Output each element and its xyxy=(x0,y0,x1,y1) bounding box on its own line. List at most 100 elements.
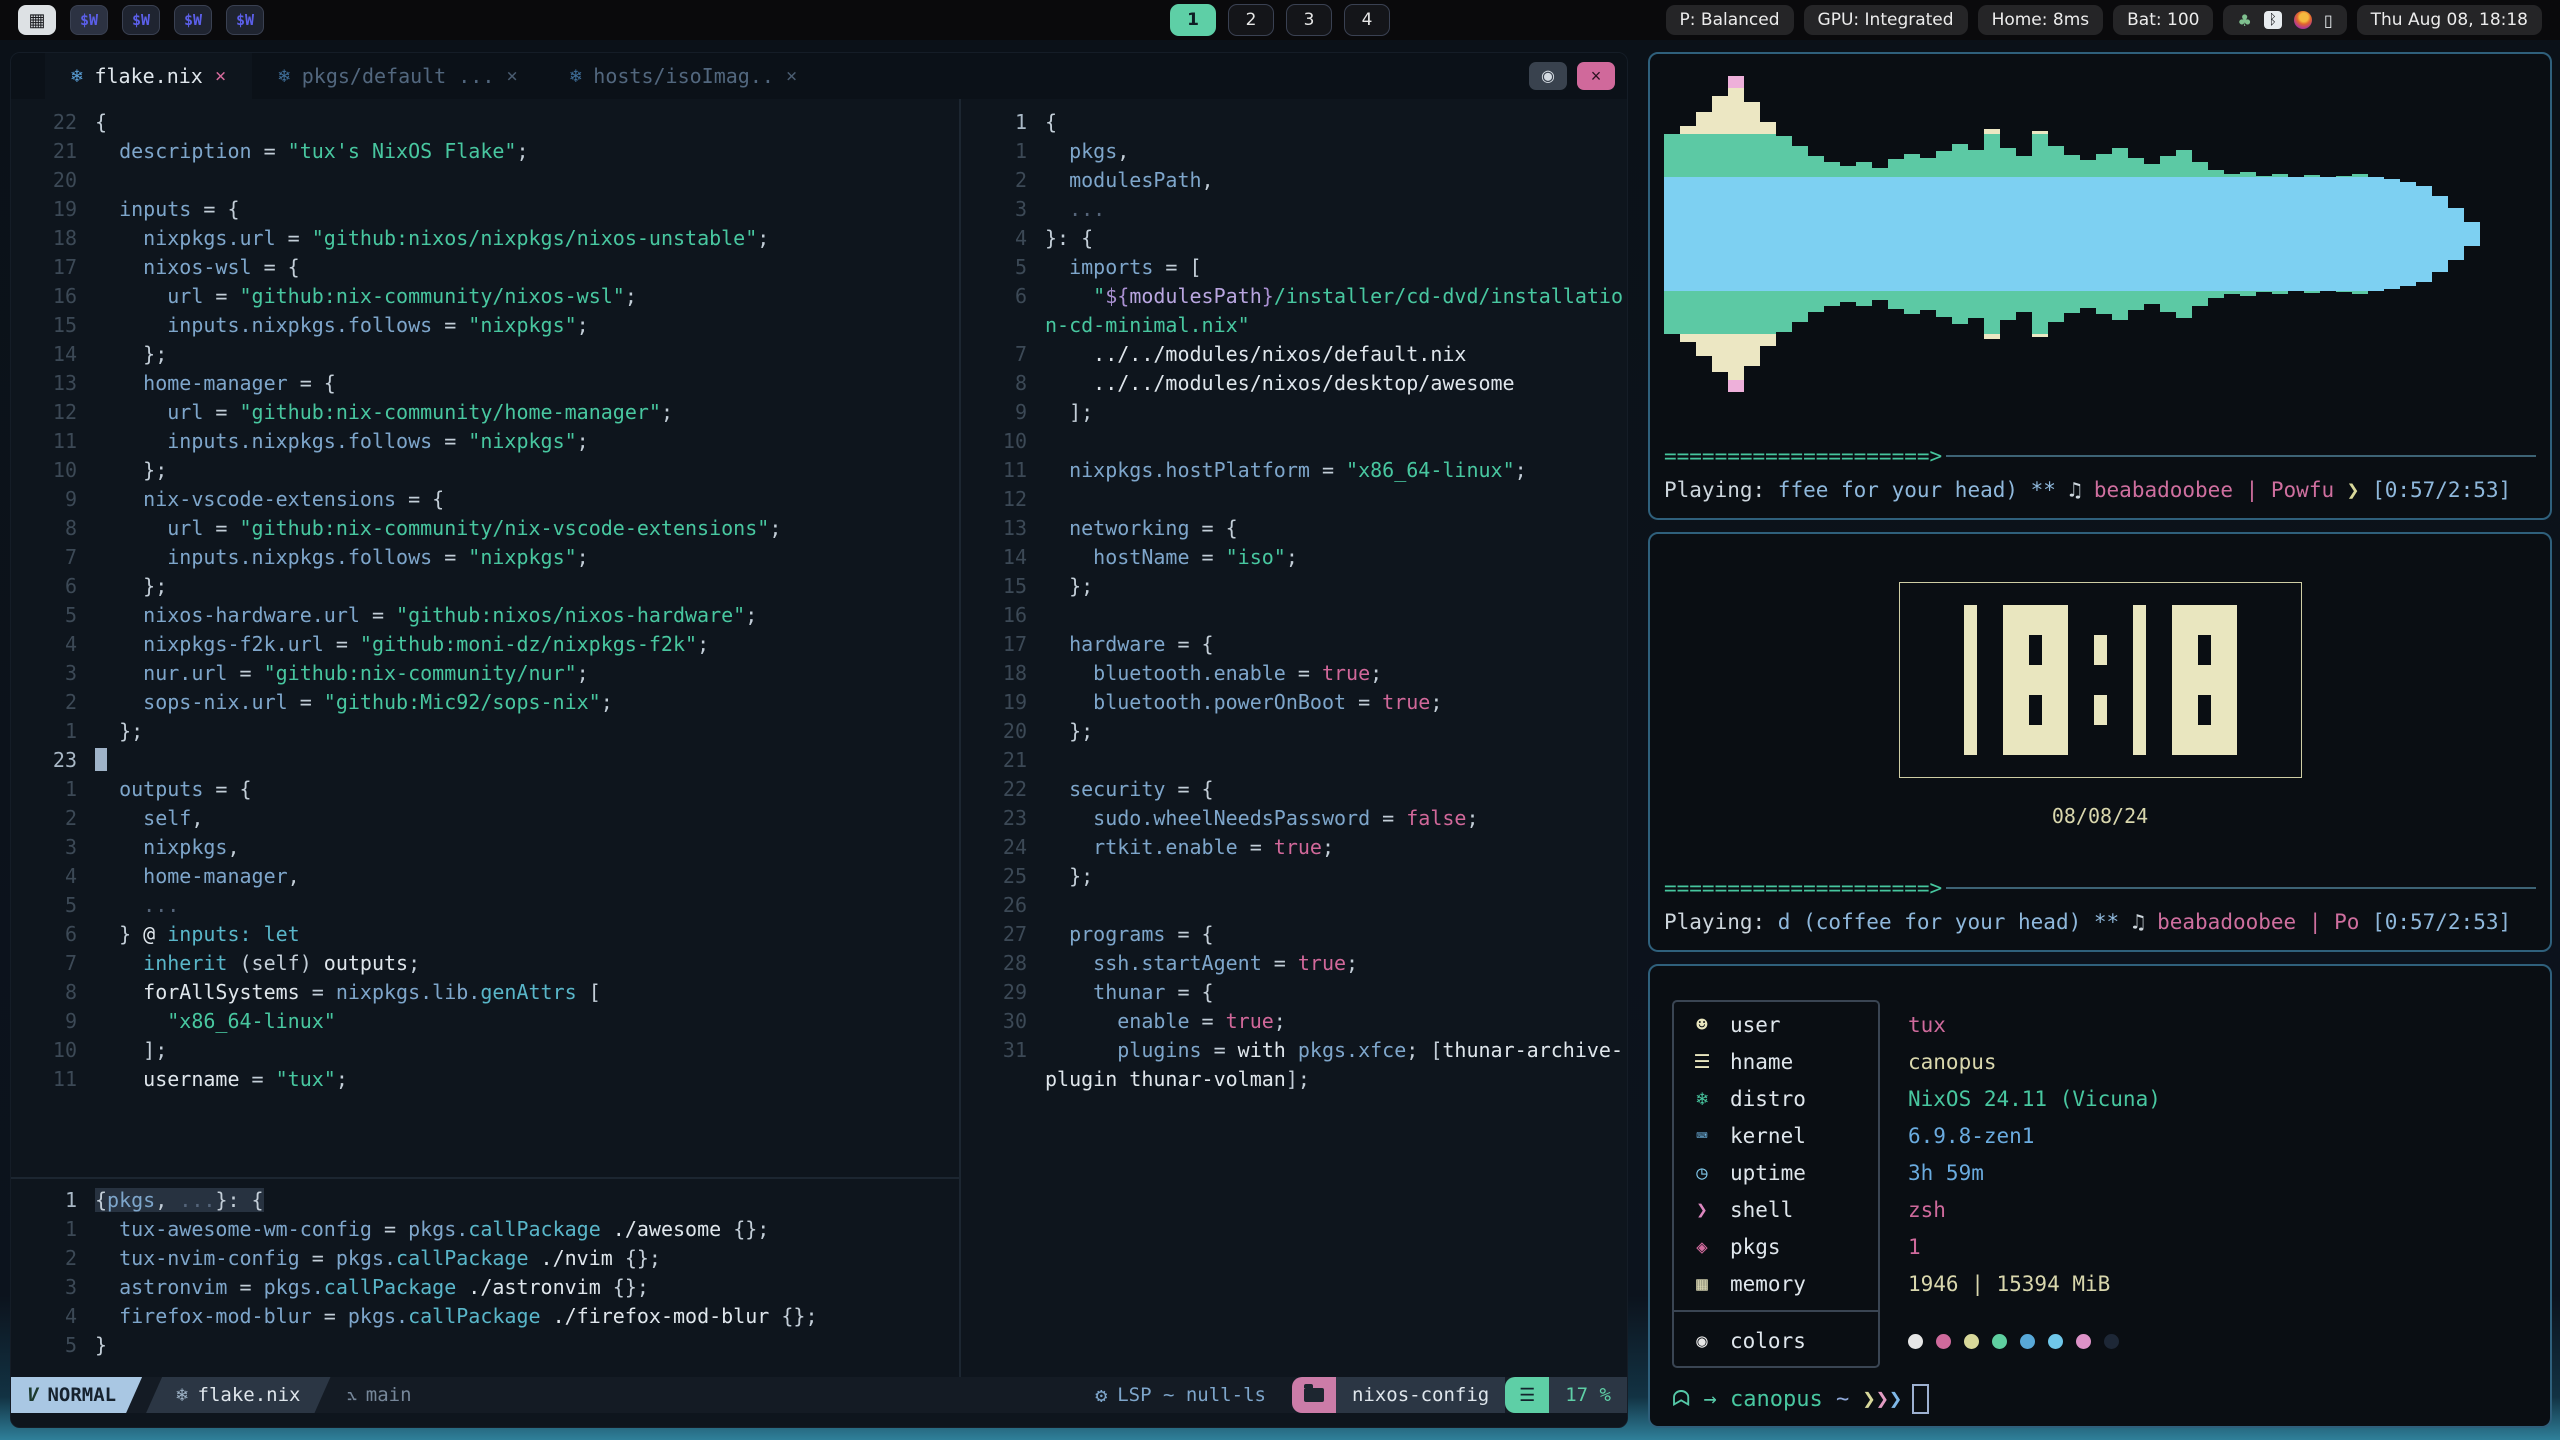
code-line: 10 ]; xyxy=(11,1035,959,1064)
buffer-pkgs-default-nix[interactable]: 1{pkgs, ...}: {1 tux-awesome-wm-config =… xyxy=(11,1177,959,1377)
code-line: 22 security = { xyxy=(961,774,1627,803)
prompt-cursor xyxy=(1912,1384,1929,1414)
visualizer-panel: =====================> Playing: ffee for… xyxy=(1648,52,2552,520)
wave-bar xyxy=(1728,66,1744,402)
grid-icon: ▦ xyxy=(28,10,45,31)
window-controls: ◉ × xyxy=(1529,62,1615,90)
vim-mode-label: NORMAL xyxy=(47,1384,116,1406)
fetch-row-shell: ❯shell xyxy=(1674,1191,1878,1228)
fetch-value-shell: zsh xyxy=(1908,1191,2161,1228)
code-line: 9 "x86_64-linux" xyxy=(11,1006,959,1035)
tag-4[interactable]: 4 xyxy=(1344,4,1390,36)
code-line: 21 description = "tux's NixOS Flake"; xyxy=(11,136,959,165)
tag-3[interactable]: 3 xyxy=(1286,4,1332,36)
status-pills: P: BalancedGPU: IntegratedHome: 8msBat: … xyxy=(1666,5,2214,35)
close-window-button[interactable]: × xyxy=(1577,62,1615,90)
wave-bar xyxy=(2400,66,2416,402)
buffer-hosts-isoimage[interactable]: 1{1 pkgs,2 modulesPath,3 ...4}: {5 impor… xyxy=(959,99,1627,1377)
fetch-label: shell xyxy=(1730,1198,1793,1222)
flame-icon[interactable] xyxy=(2294,11,2312,29)
plant-icon[interactable]: ♣ xyxy=(2237,11,2251,30)
layout-button[interactable]: ▦ xyxy=(18,5,56,35)
code-line: 26 xyxy=(961,890,1627,919)
bluetooth-icon[interactable]: ᛒ xyxy=(2264,11,2282,29)
code-line: n-cd-minimal.nix" xyxy=(961,310,1627,339)
clock-digit-8 xyxy=(2003,605,2068,755)
wave-bar xyxy=(2128,66,2144,402)
code-line: 10 xyxy=(961,426,1627,455)
distro-icon: ❄ xyxy=(1690,1088,1714,1110)
code-line: 9 nix-vscode-extensions = { xyxy=(11,484,959,513)
folder-icon xyxy=(1304,1388,1324,1402)
code-line: 23 sudo.wheelNeedsPassword = false; xyxy=(961,803,1627,832)
terminal-colors xyxy=(1908,1320,2161,1362)
code-line: 24 rtkit.enable = true; xyxy=(961,832,1627,861)
color-dot xyxy=(1908,1334,1923,1349)
prompt-chevron: ❯ xyxy=(1876,1387,1889,1412)
close-tab-icon[interactable]: × xyxy=(786,65,797,87)
tab-hosts/isoImag..[interactable]: ❄hosts/isoImag..× xyxy=(544,53,824,99)
statusline-right: ⚙ LSP ~ null-ls nixos-config ☰ 17 % xyxy=(1095,1377,1627,1413)
workspace-button[interactable]: $W xyxy=(70,5,108,35)
clock-digit-1 xyxy=(2133,605,2146,755)
code-line: 3 ... xyxy=(961,194,1627,223)
wave-bar xyxy=(1920,66,1936,402)
now-playing: Playing: ffee for your head) ** ♫ beabad… xyxy=(1664,478,2536,502)
nix-snowflake-icon: ❄ xyxy=(71,65,82,87)
vim-icon: V xyxy=(27,1384,38,1406)
code-line: 1 pkgs, xyxy=(961,136,1627,165)
tabbar: ❄flake.nix×❄pkgs/default ...×❄hosts/isoI… xyxy=(11,53,1627,99)
wave-bar xyxy=(2144,66,2160,402)
workspace-button[interactable]: $W xyxy=(226,5,264,35)
toggle-button[interactable]: ◉ xyxy=(1529,62,1567,90)
clock-panel: 08/08/24 =====================> Playing:… xyxy=(1648,532,2552,952)
wave-bar xyxy=(1856,66,1872,402)
tabs: ❄flake.nix×❄pkgs/default ...×❄hosts/isoI… xyxy=(45,53,823,99)
code-line: 20 }; xyxy=(961,716,1627,745)
buffer-flake-nix[interactable]: 22{21 description = "tux's NixOS Flake";… xyxy=(11,99,959,1177)
color-dot xyxy=(2020,1334,2035,1349)
shell-prompt[interactable]: ᗣ → canopus ~ ❯❯❯ xyxy=(1672,1384,2528,1414)
prompt-chevron: ❯ xyxy=(1889,1387,1902,1412)
workspace-button[interactable]: $W xyxy=(174,5,212,35)
tab-flake.nix[interactable]: ❄flake.nix× xyxy=(45,53,252,99)
code-line: 4 nixpkgs-f2k.url = "github:moni-dz/nixp… xyxy=(11,629,959,658)
clock-colon xyxy=(2094,605,2107,755)
code-line: 15 inputs.nixpkgs.follows = "nixpkgs"; xyxy=(11,310,959,339)
code-line: 1{ xyxy=(961,107,1627,136)
wave-bar xyxy=(2240,66,2256,402)
wave-bar xyxy=(2064,66,2080,402)
fetch-row-colors: ◉colors xyxy=(1674,1320,1878,1362)
wave-bar xyxy=(1792,66,1808,402)
tag-1[interactable]: 1 xyxy=(1170,4,1216,36)
close-tab-icon[interactable]: × xyxy=(506,65,517,87)
packages-icon: ◈ xyxy=(1690,1236,1714,1258)
separator-row: =====================> xyxy=(1664,444,2536,468)
workspace-button[interactable]: $W xyxy=(122,5,160,35)
fetch-label: hname xyxy=(1730,1050,1793,1074)
wave-bar xyxy=(1664,66,1680,402)
close-tab-icon[interactable]: × xyxy=(215,65,226,87)
editor-splits: 22{21 description = "tux's NixOS Flake";… xyxy=(11,99,1627,1377)
code-line: 11 inputs.nixpkgs.follows = "nixpkgs"; xyxy=(11,426,959,455)
code-line: 3 nixpkgs, xyxy=(11,832,959,861)
tag-list: 1234 xyxy=(1170,0,1390,40)
system-tray: ♣ ᛒ ▯ xyxy=(2223,5,2346,35)
phone-icon[interactable]: ▯ xyxy=(2324,11,2333,30)
code-line: 16 url = "github:nix-community/nixos-wsl… xyxy=(11,281,959,310)
code-line: 22{ xyxy=(11,107,959,136)
topbar: ▦ $W $W $W $W 1234 P: BalancedGPU: Integrat… xyxy=(0,0,2560,40)
tab-pkgs/default ...[interactable]: ❄pkgs/default ...× xyxy=(252,53,544,99)
statusline: V NORMAL ❄ flake.nix ⌥ main ⚙ LSP ~ null… xyxy=(11,1377,1627,1413)
prompt-path: ~ xyxy=(1836,1387,1863,1412)
tag-2[interactable]: 2 xyxy=(1228,4,1274,36)
wave-bar xyxy=(1872,66,1888,402)
wave-bar xyxy=(1888,66,1904,402)
wave-bar xyxy=(1984,66,2000,402)
wave-bar xyxy=(1952,66,1968,402)
separator-arrows: =====================> xyxy=(1664,876,1942,900)
memory-icon: ▦ xyxy=(1690,1273,1714,1295)
status-pill: GPU: Integrated xyxy=(1804,5,1968,35)
code-line: 13 home-manager = { xyxy=(11,368,959,397)
topbar-clock[interactable]: Thu Aug 08, 18:18 xyxy=(2357,5,2542,35)
